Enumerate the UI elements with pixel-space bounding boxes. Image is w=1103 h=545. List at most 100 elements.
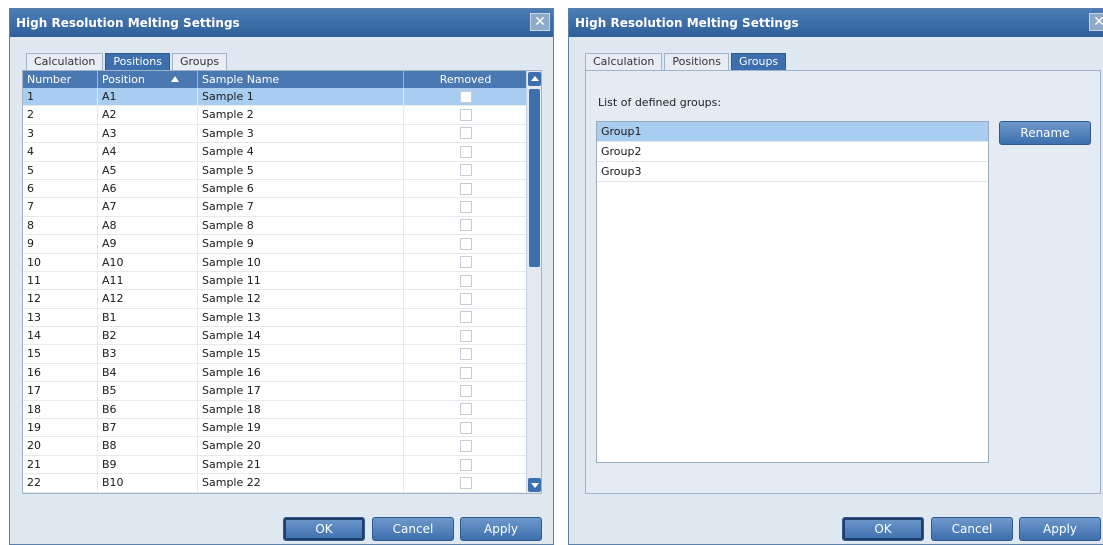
- table-row[interactable]: 8 A8 Sample 8: [23, 216, 528, 236]
- apply-button[interactable]: Apply: [460, 517, 542, 541]
- removed-checkbox[interactable]: [459, 348, 472, 361]
- cell-sample-name: Sample 12: [198, 290, 404, 308]
- removed-checkbox[interactable]: [459, 109, 472, 122]
- removed-checkbox[interactable]: [459, 237, 472, 250]
- table-row[interactable]: 7 A7 Sample 7: [23, 198, 528, 217]
- dialog-title: High Resolution Melting Settings: [569, 9, 1103, 37]
- table-row[interactable]: 21 B9 Sample 21: [23, 455, 528, 475]
- table-row[interactable]: 13 B1 Sample 13: [23, 308, 528, 328]
- column-header-sample-name[interactable]: Sample Name: [198, 71, 404, 88]
- cell-position: B6: [98, 400, 198, 419]
- table-row[interactable]: 20 B8 Sample 20: [23, 437, 528, 456]
- table-row[interactable]: 18 B6 Sample 18: [23, 400, 528, 420]
- cell-removed: [404, 253, 528, 271]
- cell-sample-name: Sample 14: [198, 327, 404, 345]
- cell-sample-name: Sample 1: [198, 88, 404, 106]
- table-row[interactable]: 14 B2 Sample 14: [23, 327, 528, 346]
- removed-checkbox[interactable]: [459, 90, 472, 103]
- cell-sample-name: Sample 10: [198, 253, 404, 271]
- cell-sample-name: Sample 21: [198, 455, 404, 474]
- table-row[interactable]: 17 B5 Sample 17: [23, 382, 528, 401]
- removed-checkbox[interactable]: [459, 127, 472, 140]
- table-row[interactable]: 11 A11 Sample 11: [23, 271, 528, 291]
- table-row[interactable]: 3 A3 Sample 3: [23, 124, 528, 144]
- removed-checkbox[interactable]: [459, 311, 472, 324]
- close-icon[interactable]: ✕: [1089, 13, 1103, 31]
- cell-position: A3: [98, 124, 198, 143]
- removed-checkbox[interactable]: [459, 458, 472, 471]
- removed-checkbox[interactable]: [459, 219, 472, 232]
- column-header-position[interactable]: Position: [98, 71, 198, 88]
- cell-position: A5: [98, 161, 198, 179]
- table-row[interactable]: 5 A5 Sample 5: [23, 161, 528, 180]
- tab-calculation[interactable]: Calculation: [26, 53, 104, 70]
- tab-groups[interactable]: Groups: [730, 53, 787, 70]
- column-header-position-label: Position: [102, 73, 145, 86]
- cell-number: 21: [23, 455, 98, 474]
- table-row[interactable]: 4 A4 Sample 4: [23, 143, 528, 162]
- cell-removed: [404, 474, 528, 492]
- removed-checkbox[interactable]: [459, 145, 472, 158]
- cell-position: B4: [98, 363, 198, 382]
- apply-button[interactable]: Apply: [1019, 517, 1101, 541]
- removed-checkbox[interactable]: [459, 421, 472, 434]
- tab-groups[interactable]: Groups: [171, 53, 228, 70]
- cell-position: A12: [98, 290, 198, 308]
- cell-position: A7: [98, 198, 198, 216]
- cell-position: A6: [98, 179, 198, 198]
- table-row[interactable]: 15 B3 Sample 15: [23, 345, 528, 364]
- table-header: Number Position Sample Name Removed: [23, 71, 528, 88]
- table-row[interactable]: 1 A1 Sample 1: [23, 88, 528, 107]
- scroll-down-icon[interactable]: [528, 478, 541, 492]
- removed-checkbox[interactable]: [459, 366, 472, 379]
- tab-positions[interactable]: Positions: [105, 53, 170, 70]
- ok-button[interactable]: OK: [842, 517, 924, 541]
- tab-positions[interactable]: Positions: [664, 53, 729, 70]
- removed-checkbox[interactable]: [459, 329, 472, 342]
- table-row[interactable]: 6 A6 Sample 6: [23, 179, 528, 199]
- rename-button[interactable]: Rename: [999, 121, 1091, 145]
- table-row[interactable]: 19 B7 Sample 19: [23, 419, 528, 438]
- cell-number: 15: [23, 345, 98, 363]
- removed-checkbox[interactable]: [459, 256, 472, 269]
- table-row[interactable]: 16 B4 Sample 16: [23, 363, 528, 383]
- removed-checkbox[interactable]: [459, 292, 472, 305]
- removed-checkbox[interactable]: [459, 164, 472, 177]
- removed-checkbox[interactable]: [459, 182, 472, 195]
- cell-removed: [404, 363, 528, 382]
- removed-checkbox[interactable]: [459, 440, 472, 453]
- table-row[interactable]: 2 A2 Sample 2: [23, 106, 528, 125]
- cancel-button[interactable]: Cancel: [372, 517, 454, 541]
- tab-calculation[interactable]: Calculation: [585, 53, 663, 70]
- cell-number: 2: [23, 106, 98, 124]
- removed-checkbox[interactable]: [459, 476, 472, 489]
- scroll-up-icon[interactable]: [528, 72, 541, 86]
- removed-checkbox[interactable]: [459, 274, 472, 287]
- list-item-group[interactable]: Group3: [597, 162, 988, 182]
- column-header-number[interactable]: Number: [23, 71, 98, 88]
- table-row[interactable]: 9 A9 Sample 9: [23, 235, 528, 254]
- list-item-group[interactable]: Group2: [597, 142, 988, 162]
- scrollbar-thumb[interactable]: [529, 89, 540, 267]
- cell-position: B2: [98, 327, 198, 345]
- removed-checkbox[interactable]: [459, 384, 472, 397]
- column-header-removed[interactable]: Removed: [404, 71, 528, 88]
- removed-checkbox[interactable]: [459, 403, 472, 416]
- table-body: 1 A1 Sample 1 2 A2 Sample 2 3 A3 Sample 3 4 A4 Samp…: [23, 88, 528, 493]
- list-item-group[interactable]: Group1: [597, 122, 988, 142]
- cell-number: 14: [23, 327, 98, 345]
- table-row[interactable]: 12 A12 Sample 12: [23, 290, 528, 309]
- cell-number: 18: [23, 400, 98, 419]
- cell-removed: [404, 400, 528, 419]
- vertical-scrollbar[interactable]: [526, 71, 541, 493]
- close-icon[interactable]: ✕: [530, 13, 550, 31]
- cell-sample-name: Sample 17: [198, 382, 404, 400]
- table-row[interactable]: 22 B10 Sample 22: [23, 474, 528, 493]
- cancel-button[interactable]: Cancel: [931, 517, 1013, 541]
- cell-position: B10: [98, 474, 198, 492]
- removed-checkbox[interactable]: [459, 201, 472, 214]
- cell-sample-name: Sample 3: [198, 124, 404, 143]
- ok-button[interactable]: OK: [283, 517, 365, 541]
- table-row[interactable]: 10 A10 Sample 10: [23, 253, 528, 272]
- cell-position: B7: [98, 419, 198, 437]
